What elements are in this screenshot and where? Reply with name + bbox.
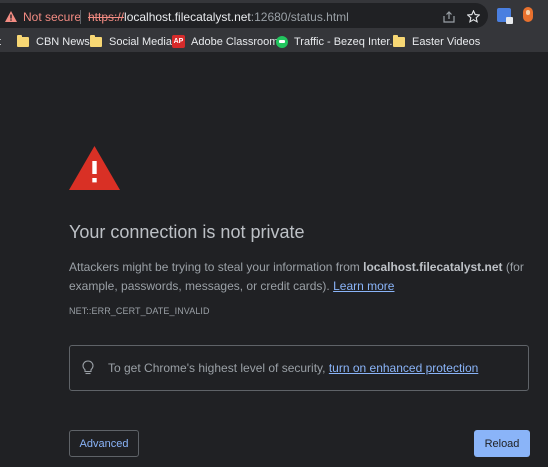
desc-host: localhost.filecatalyst.net bbox=[363, 260, 503, 274]
bookmark-easter-videos[interactable]: Easter Videos bbox=[393, 30, 480, 53]
reload-button[interactable]: Reload bbox=[474, 430, 530, 457]
error-code: NET::ERR_CERT_DATE_INVALID bbox=[69, 306, 210, 316]
url-text[interactable]: https://localhost.filecatalyst.net:12680… bbox=[88, 10, 349, 24]
chat-icon bbox=[276, 35, 288, 48]
warning-icon bbox=[69, 146, 120, 190]
bookmark-traffic-bezeq[interactable]: Traffic - Bezeq Inter... bbox=[276, 30, 399, 53]
desc-text: Attackers might be trying to steal your … bbox=[69, 260, 364, 274]
folder-icon bbox=[90, 34, 102, 47]
adobe-icon: AP bbox=[172, 35, 185, 48]
enhanced-protection-text: To get Chrome's highest level of securit… bbox=[108, 361, 478, 375]
bookmark-label: CBN News bbox=[36, 35, 90, 48]
advanced-button[interactable]: Advanced bbox=[69, 430, 139, 457]
bookmark-label: Adobe Classroom bbox=[191, 35, 279, 48]
lightbulb-icon bbox=[82, 360, 94, 375]
bookmark-label: Social Media bbox=[109, 35, 172, 48]
bookmark-label: t bbox=[0, 36, 1, 48]
url-host: localhost.filecatalyst.net bbox=[124, 10, 251, 24]
url-path: :12680/status.html bbox=[250, 10, 349, 24]
page-title: Your connection is not private bbox=[69, 222, 305, 242]
warning-icon[interactable] bbox=[5, 11, 17, 22]
omnibox[interactable]: Not secure https://localhost.filecatalys… bbox=[0, 3, 488, 28]
bookmark-adobe-classroom[interactable]: AP Adobe Classroom bbox=[172, 30, 278, 53]
learn-more-link[interactable]: Learn more bbox=[333, 279, 394, 293]
error-description: Attackers might be trying to steal your … bbox=[69, 258, 529, 296]
enhanced-protection-link[interactable]: turn on enhanced protection bbox=[329, 361, 478, 375]
url-divider bbox=[80, 10, 81, 24]
bookmarks-bar: t CBN News Social Media AP Adobe Classro… bbox=[0, 30, 548, 53]
translate-extension-icon[interactable] bbox=[497, 8, 513, 24]
star-icon[interactable] bbox=[467, 10, 480, 23]
enhanced-protection-box: To get Chrome's highest level of securit… bbox=[69, 345, 529, 391]
not-secure-label[interactable]: Not secure bbox=[23, 10, 81, 24]
extension-icon[interactable] bbox=[523, 7, 533, 22]
share-icon[interactable] bbox=[443, 11, 455, 23]
bookmark-item[interactable]: t bbox=[0, 30, 1, 53]
bookmark-label: Easter Videos bbox=[412, 35, 481, 48]
folder-icon bbox=[17, 34, 29, 47]
url-scheme: https:// bbox=[88, 10, 125, 24]
bookmark-cbn-news[interactable]: CBN News bbox=[17, 30, 90, 53]
address-bar: Not secure https://localhost.filecatalys… bbox=[0, 0, 548, 30]
interstitial-page: Your connection is not private Attackers… bbox=[0, 54, 548, 467]
enhanced-prefix: To get Chrome's highest level of securit… bbox=[108, 361, 329, 375]
bookmark-label: Traffic - Bezeq Inter... bbox=[294, 35, 399, 48]
bookmark-social-media[interactable]: Social Media bbox=[90, 30, 172, 53]
folder-icon bbox=[393, 34, 405, 47]
